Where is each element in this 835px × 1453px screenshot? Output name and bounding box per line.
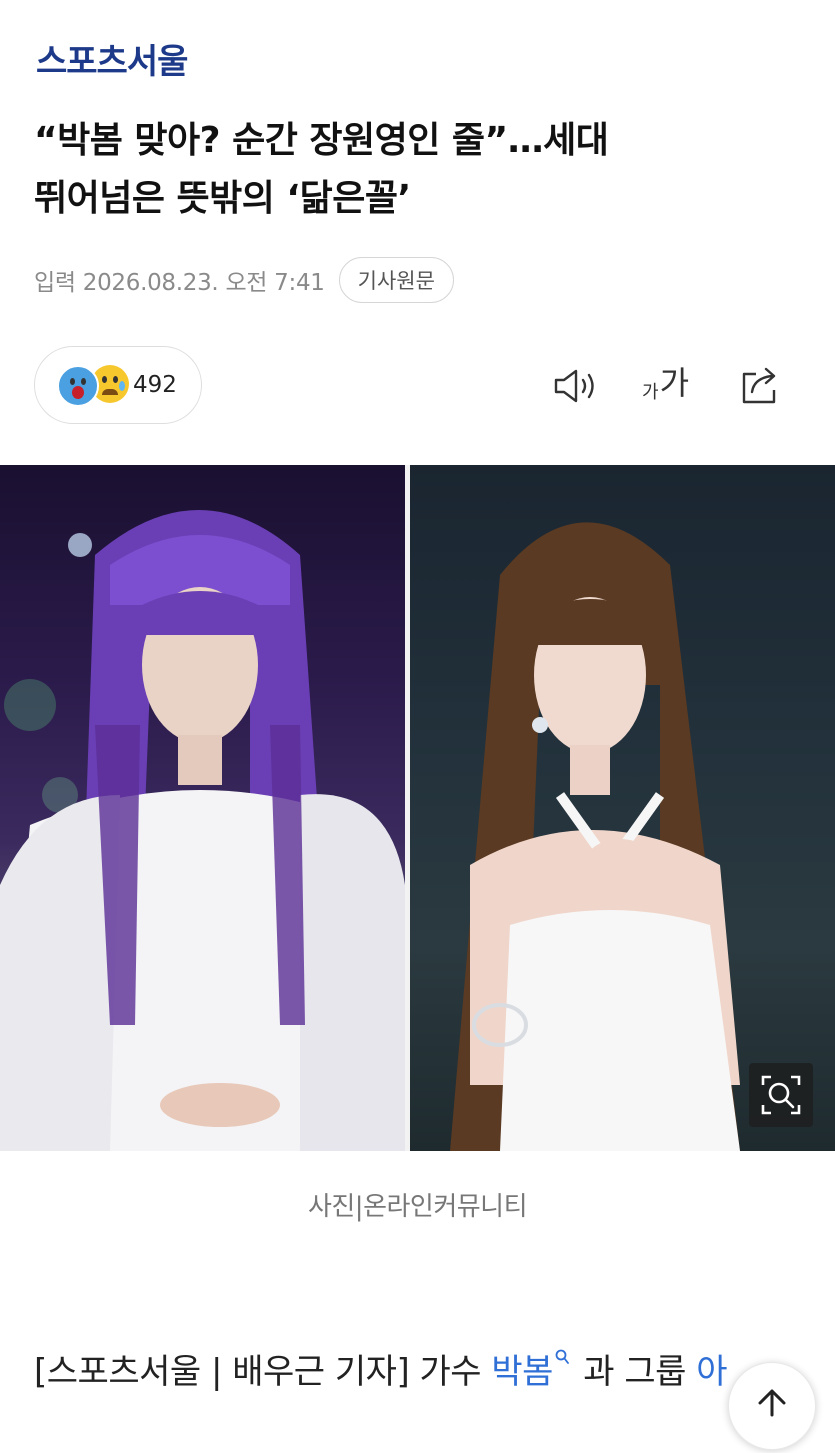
article-body: [스포츠서울 | 배우근 기자] 가수 박봄 과 그룹 아 <box>34 1344 804 1393</box>
scroll-top-button[interactable] <box>728 1362 816 1450</box>
keyword-link-parkbom[interactable]: 박봄 <box>491 1352 553 1392</box>
article-headline: “박봄 맞아? 순간 장원영인 줄”…세대 뛰어넘은 뜻밖의 ‘닮은꼴’ <box>34 112 794 228</box>
font-size-small-label: 가 <box>642 382 659 403</box>
search-icon[interactable] <box>555 1349 569 1365</box>
zoom-icon <box>761 1075 801 1115</box>
headline-line-2: 뛰어넘은 뜻밖의 ‘닮은꼴’ <box>34 178 411 219</box>
font-size-big-label: 가 <box>659 364 690 402</box>
keyword-link-next[interactable]: 아 <box>696 1352 727 1392</box>
publish-date: 입력 2026.08.23. 오전 7:41 <box>34 270 325 296</box>
shocked-face-icon <box>57 365 99 407</box>
font-size-icon[interactable]: 가 가 <box>642 364 689 404</box>
original-article-button[interactable]: 기사원문 <box>338 257 454 303</box>
photo-right-person <box>410 465 835 1151</box>
publisher-logo[interactable]: 스포츠서울 <box>36 34 188 83</box>
body-prefix: [스포츠서울 | 배우근 기자] 가수 <box>34 1352 492 1392</box>
arrow-up-icon <box>758 1389 786 1417</box>
body-middle: 과 그룹 <box>572 1352 697 1392</box>
article-photo[interactable] <box>0 465 835 1151</box>
headline-line-1: “박봄 맞아? 순간 장원영인 줄”…세대 <box>34 120 609 161</box>
share-icon[interactable] <box>738 364 782 406</box>
reaction-button[interactable]: 492 <box>34 346 202 424</box>
reaction-emojis <box>57 365 129 407</box>
article-meta: 입력 2026.08.23. 오전 7:41 기사원문 <box>34 256 454 304</box>
photo-left-person <box>0 465 405 1151</box>
photo-caption: 사진|온라인커뮤니티 <box>307 1192 528 1222</box>
reaction-count: 492 <box>133 372 177 398</box>
zoom-button[interactable] <box>749 1063 813 1127</box>
speaker-icon[interactable] <box>552 366 600 406</box>
